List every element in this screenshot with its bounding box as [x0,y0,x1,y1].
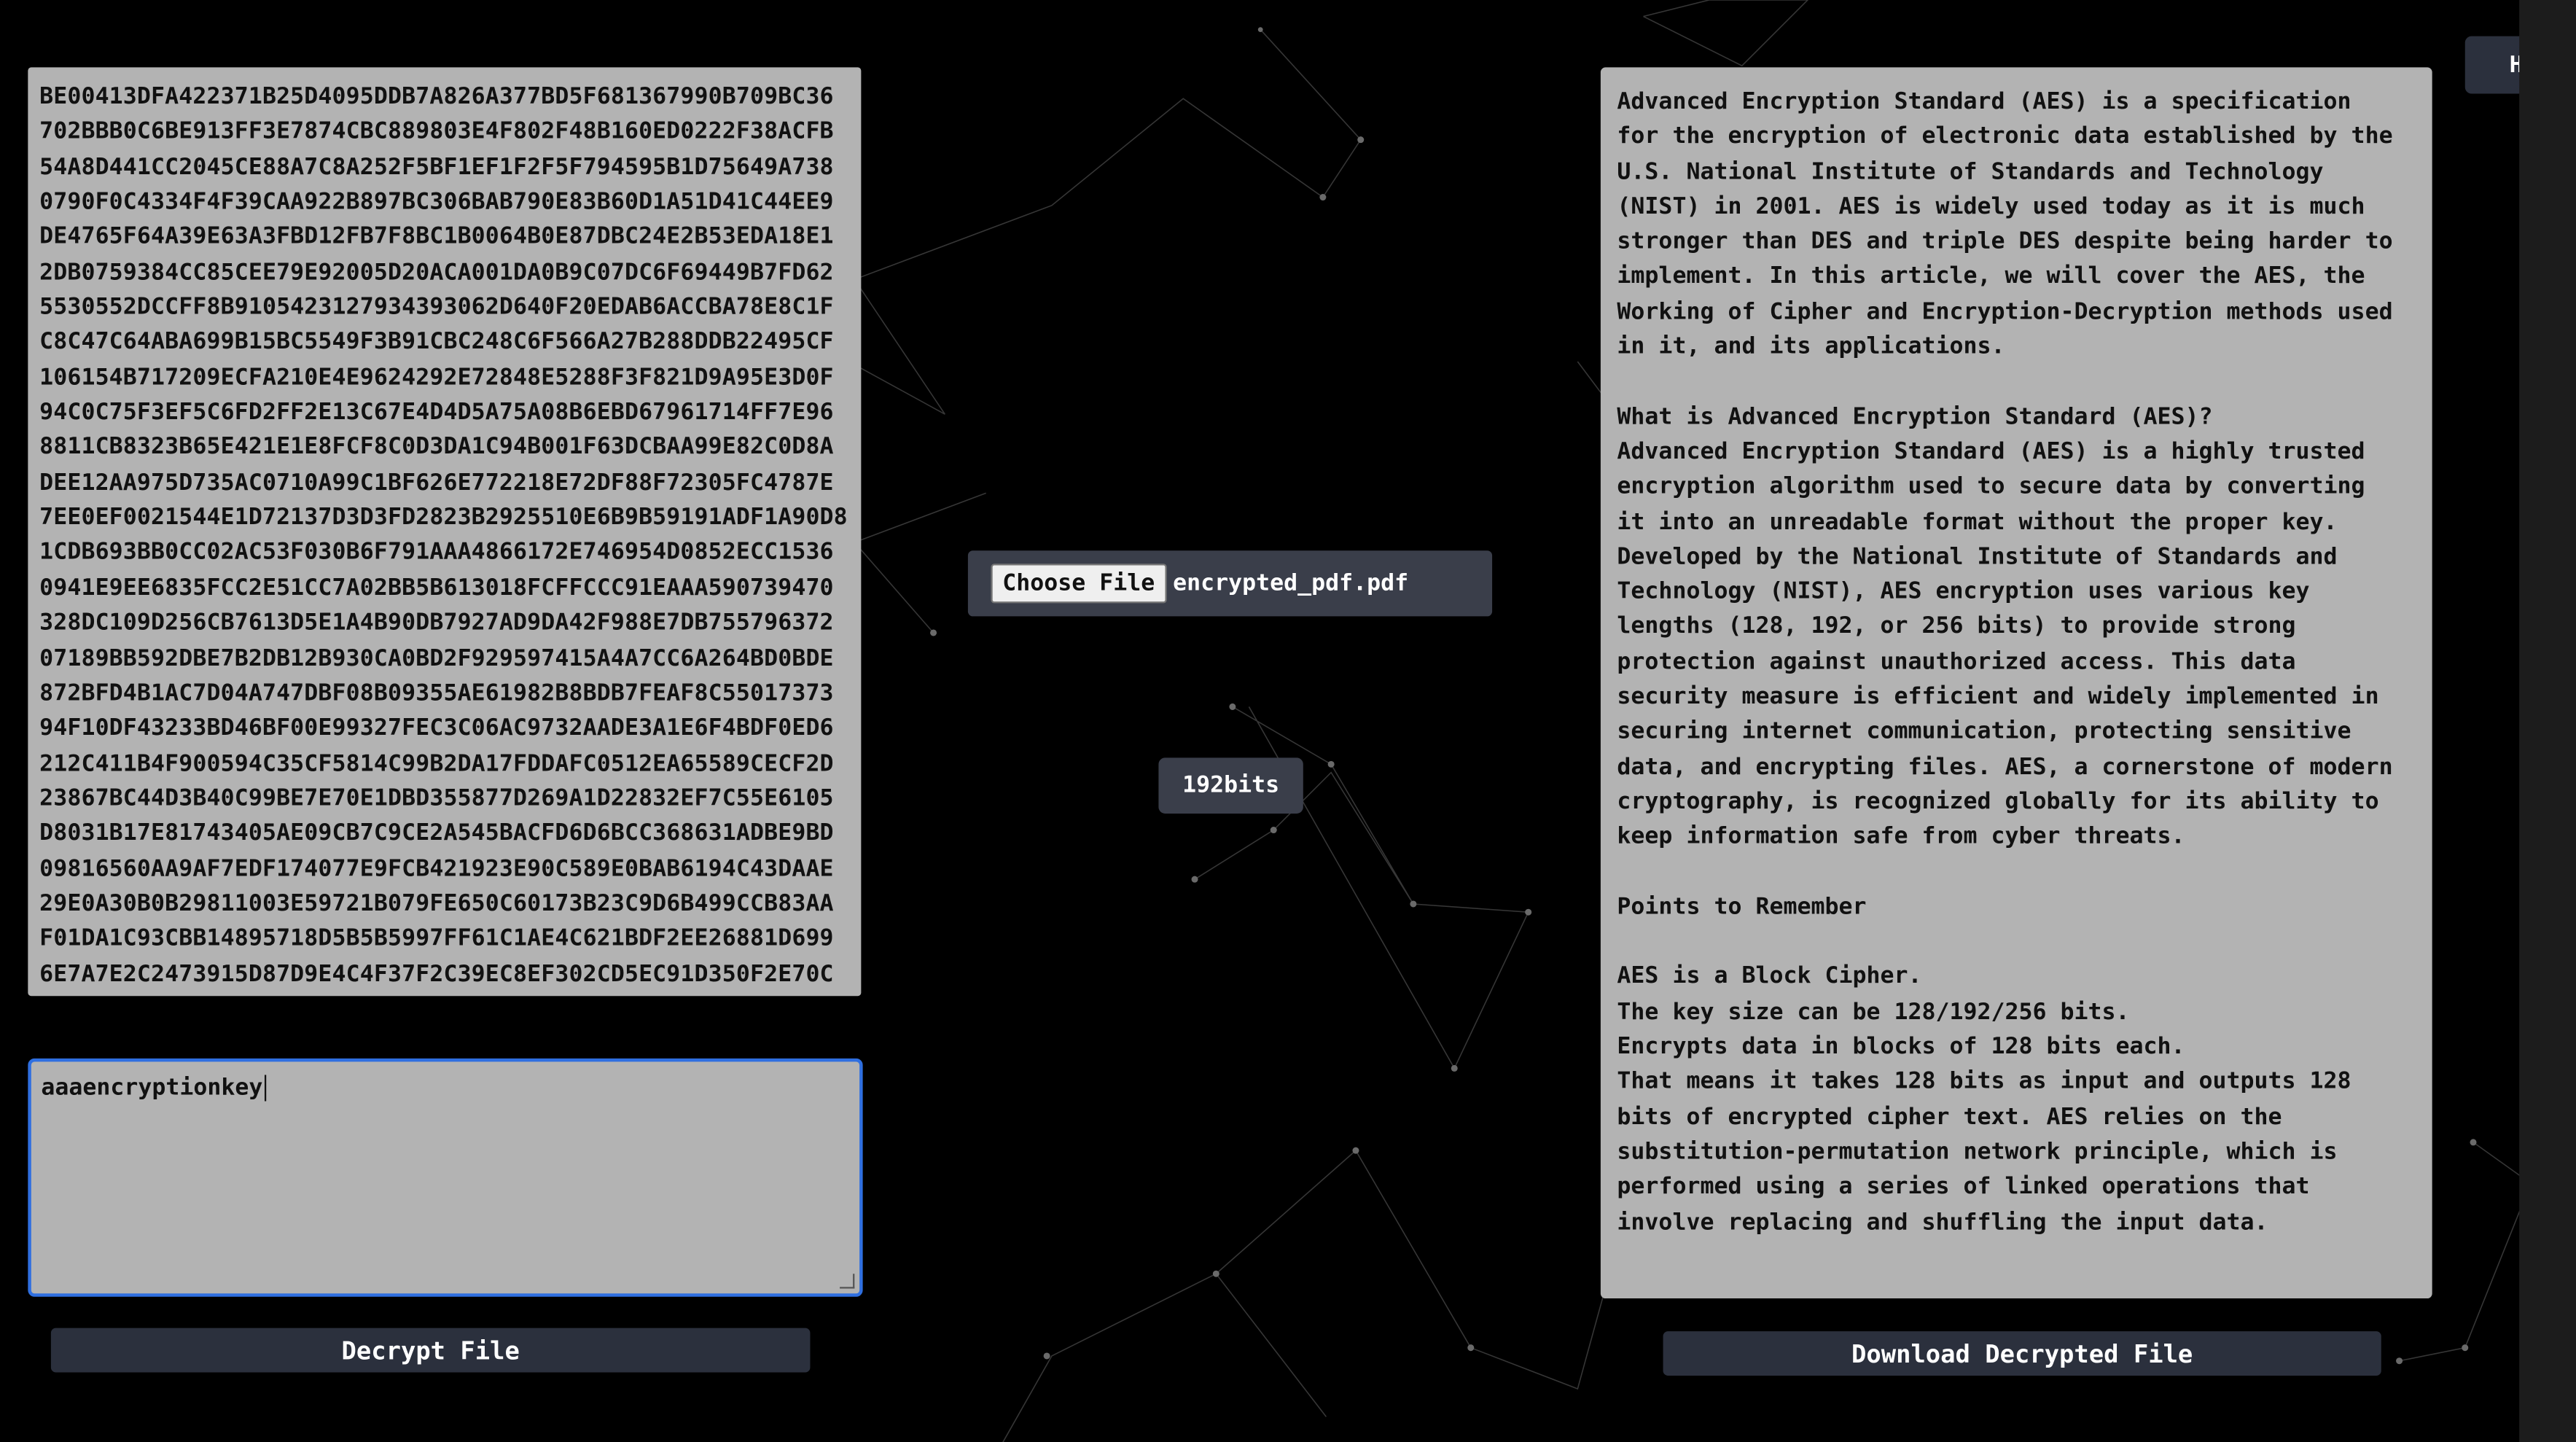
decrypted-text-line: lengths (128, 192, or 256 bits) to provi… [1617,613,2296,641]
decrypted-text-line: The key size can be 128/192/256 bits. [1617,999,2130,1026]
cipher-text-line: 702BBB0C6BE913FF3E7874CBC889803E4F802F48… [39,119,834,146]
cipher-text-line: 09816560AA9AF7EDF174077E9FCB421923E90C58… [39,855,834,882]
decrypted-text-line [1617,856,2419,891]
encrypted-text-area[interactable]: BE00413DFA422371B25D4095DDB7A826A377BD5F… [28,67,862,997]
cipher-text-line: DEE12AA975D735AC0710A99C1BF626E772218E72… [39,469,834,496]
decrypted-text-line: Developed by the National Institute of S… [1617,543,2338,570]
cipher-text-line: 29E0A30B0B29811003E59721B079FE650C60173B… [39,890,834,917]
key-size-badge[interactable]: 192bits [1158,757,1303,814]
cipher-text-line: 106154B717209ECFA210E4E9624292E72848E528… [39,364,834,391]
cipher-text-line: 328DC109D256CB7613D5E1A4B90DB7927AD9DA42… [39,609,834,636]
decrypted-text-line: it into an unreadable format without the… [1617,508,2338,535]
cipher-text-line: 94C0C75F3EF5C6FD2FF2E13C67E4D4D5A75A08B6… [39,400,834,426]
cipher-text-line: 7EE0EF0021544E1D72137D3D3FD2823B2925510E… [39,504,848,531]
decrypted-text-line: Encrypts data in blocks of 128 bits each… [1617,1034,2185,1061]
decrypted-text-line: (NIST) in 2001. AES is widely used today… [1617,193,2365,220]
cipher-text-line: 0790F0C4334F4F39CAA922B897BC306BAB790E83… [39,189,834,216]
cipher-text-line: 872BFD4B1AC7D04A747DBF08B09355AE61982B8B… [39,680,834,707]
cipher-text-line: 0941E9EE6835FCC2E51CC7A02BB5B613018FCFFC… [39,574,834,601]
decrypt-file-button[interactable]: Decrypt File [50,1328,811,1373]
cipher-text-line: D8031B17E81743405AE09CB7C9CE2A545BACFD6D… [39,820,834,847]
choose-file-button[interactable]: Choose File [991,564,1167,604]
cipher-text-line: F01DA1C93CBB14895718D5B5B5997FF61C1AE4C6… [39,925,834,952]
cipher-text-line: 212C411B4F900594C35CF5814C99B2DA17FDDAFC… [39,750,834,777]
decrypted-text-line: Advanced Encryption Standard (AES) is a … [1617,88,2351,115]
decrypted-text-line: Advanced Encryption Standard (AES) is a … [1617,438,2365,465]
selected-file-name: encrypted_pdf.pdf [1173,570,1409,597]
decrypted-text-line: What is Advanced Encryption Standard (AE… [1617,403,2213,430]
decrypted-text-line: securing internet communication, protect… [1617,718,2351,746]
decrypted-text-line: security measure is efficient and widely… [1617,683,2379,711]
file-picker: Choose File encrypted_pdf.pdf [967,550,1493,617]
key-input-value: aaaencryptionkey [41,1075,263,1102]
cipher-text-line: 1CDB693BB0CC02AC53F030B6F791AAA4866172E7… [39,539,834,566]
decrypted-text-line [1617,926,2419,961]
decrypted-text-area[interactable]: Advanced Encryption Standard (AES) is a … [1600,67,2432,1299]
decrypted-text-line: substitution-permutation network princip… [1617,1139,2338,1166]
decrypted-text-line: implement. In this article, we will cove… [1617,263,2365,290]
decrypted-text-line: encryption algorithm used to secure data… [1617,473,2365,500]
cipher-text-line: 0F1E4A1B9C3D77E2A6B8F0C1D2E3F4A5B6C7D8E9… [39,993,861,997]
cipher-text-line: 54A8D441CC2045CE88A7C8A252F5BF1EF1F2F5F7… [39,154,834,181]
decrypted-text-line: performed using a series of linked opera… [1617,1174,2310,1201]
decrypted-text-line: keep information safe from cyber threats… [1617,824,2185,851]
resize-grip[interactable] [840,1274,855,1289]
cipher-text-line: C8C47C64ABA699B15BC5549F3B91CBC248C6F566… [39,329,834,356]
decrypted-text-line [1617,365,2419,400]
cipher-text-line: 07189BB592DBE7B2DB12B930CA0BD2F929597415… [39,644,834,671]
cipher-text-line: 5530552DCCFF8B9105423127934393062D640F20… [39,294,834,321]
cipher-text-line: 94F10DF43233BD46BF00E99327FEC3C06AC9732A… [39,715,834,742]
decrypted-text-line: for the encryption of electronic data es… [1617,123,2393,150]
decrypted-text-line: stronger than DES and triple DES despite… [1617,228,2393,255]
cipher-text-line: DE4765F64A39E63A3FBD12FB7F8BC1B0064B0E87… [39,224,834,251]
decrypted-text-line: That means it takes 128 bits as input an… [1617,1069,2351,1096]
decrypted-text-line: cryptography, is recognized globally for… [1617,789,2379,816]
app-canvas: BE00413DFA422371B25D4095DDB7A826A377BD5F… [0,0,2576,1442]
decrypted-text-line: in it, and its applications. [1617,333,2005,360]
key-input[interactable]: aaaencryptionkey [28,1058,863,1297]
decrypted-text-line: AES is a Block Cipher. [1617,964,1922,991]
page-scrollbar[interactable] [2519,0,2576,1442]
decrypted-text-line: U.S. National Institute of Standards and… [1617,158,2324,185]
decrypted-text-line: involve replacing and shuffling the inpu… [1617,1209,2268,1236]
cipher-text-line: 6E7A7E2C2473915D87D9E4C4F37F2C39EC8EF302… [39,960,834,988]
cipher-text-line: BE00413DFA422371B25D4095DDB7A826A377BD5F… [39,83,834,111]
decrypted-text-line: Technology (NIST), AES encryption uses v… [1617,578,2310,606]
download-decrypted-file-button[interactable]: Download Decrypted File [1663,1331,2381,1376]
decrypted-text-line: Working of Cipher and Encryption-Decrypt… [1617,298,2393,325]
cipher-text-line: 8811CB8323B65E421E1E8FCF8C0D3DA1C94B001F… [39,434,834,461]
decrypted-text-line: data, and encrypting files. AES, a corne… [1617,754,2393,781]
cipher-text-line: 2DB0759384CC85CEE79E92005D20ACA001DA0B9C… [39,259,834,286]
decrypted-text-line: bits of encrypted cipher text. AES relie… [1617,1104,2282,1131]
decrypted-text-line: protection against unauthorized access. … [1617,648,2296,676]
cipher-text-line: 23867BC44D3B40C99BE7E70E1DBD355877D269A1… [39,785,834,812]
decrypted-text-line: Points to Remember [1617,894,1867,921]
